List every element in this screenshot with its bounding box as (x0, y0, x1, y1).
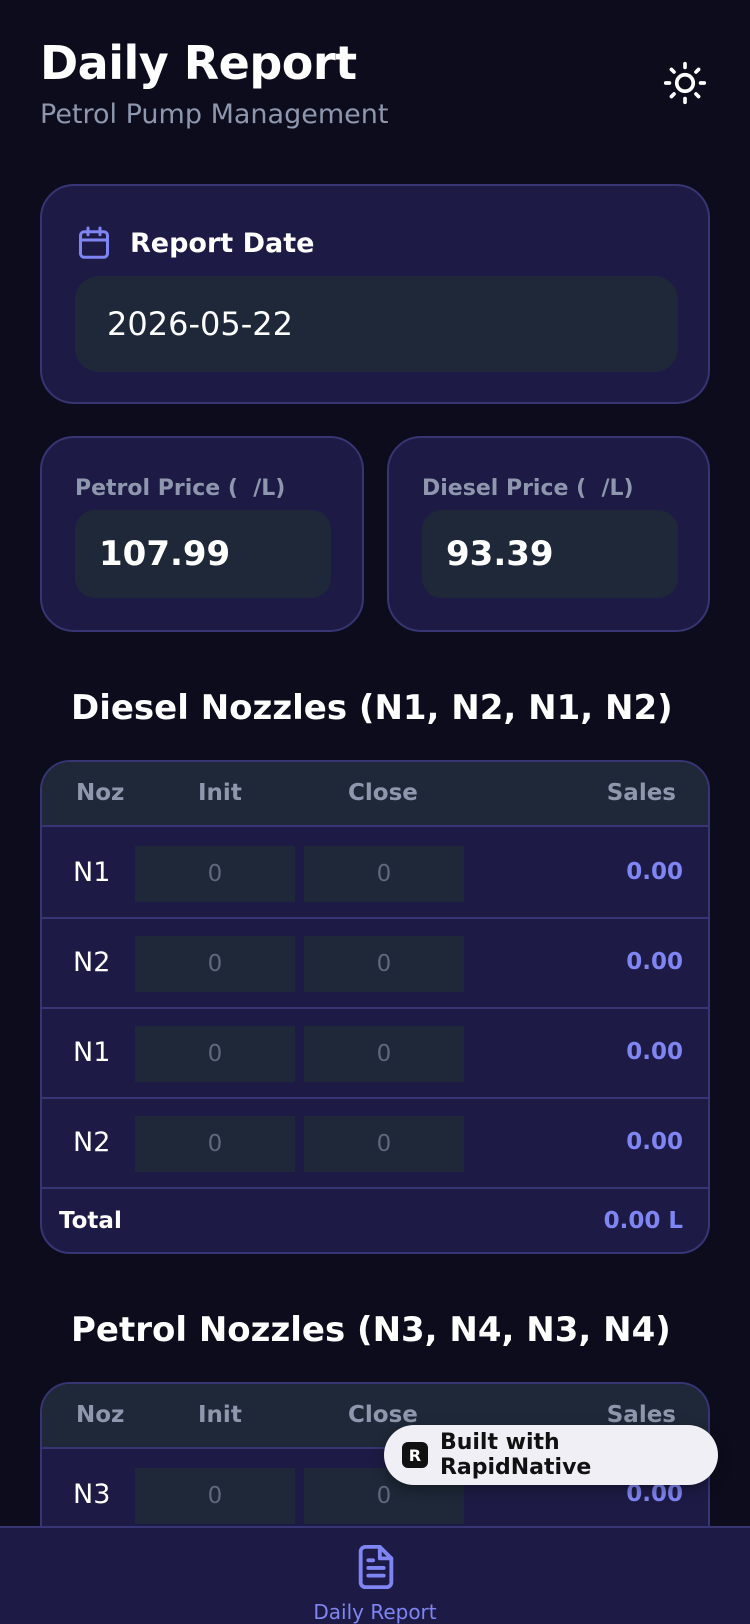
nav-item-label: Daily Report (313, 1600, 437, 1624)
built-with-badge[interactable]: R Built with RapidNative (384, 1425, 718, 1485)
column-header-close: Close (348, 780, 418, 806)
bottom-navigation: Daily Report (0, 1526, 750, 1624)
daily-report-screen: Daily Report Petrol Pump Management Repo… (0, 0, 750, 1624)
init-reading-input[interactable]: 0 (135, 1468, 295, 1524)
table-row: N1 0 0 0.00 (42, 829, 708, 919)
sales-value: 0.00 (626, 949, 683, 975)
nozzle-label: N2 (73, 947, 111, 978)
diesel-price-label: Diesel Price ( /L) (422, 476, 634, 501)
petrol-price-card: Petrol Price ( /L) 107.99 (40, 436, 364, 632)
table-header: Noz Init Close Sales (42, 762, 708, 827)
page-title: Daily Report (40, 36, 357, 90)
badge-label: Built with RapidNative (439, 1430, 592, 1480)
report-date-card: Report Date 2026-05-22 (40, 184, 710, 404)
rapidnative-logo-icon: R (402, 1442, 428, 1468)
document-icon (358, 1544, 394, 1590)
theme-toggle-button[interactable] (660, 58, 710, 108)
init-reading-input[interactable]: 0 (135, 1116, 295, 1172)
petrol-section-title: Petrol Nozzles (N3, N4, N3, N4) (71, 1310, 671, 1350)
report-date-header: Report Date (76, 224, 314, 262)
total-label: Total (59, 1208, 122, 1234)
diesel-price-input[interactable]: 93.39 (422, 510, 678, 598)
sun-icon (663, 61, 707, 105)
nozzle-label: N3 (73, 1479, 111, 1510)
sales-value: 0.00 (626, 1039, 683, 1065)
calendar-icon (79, 226, 109, 259)
diesel-price-card: Diesel Price ( /L) 93.39 (387, 436, 710, 632)
nozzle-label: N1 (73, 857, 111, 888)
page-subtitle: Petrol Pump Management (40, 99, 389, 130)
init-reading-input[interactable]: 0 (135, 936, 295, 992)
total-value: 0.00 L (603, 1208, 683, 1234)
sales-value: 0.00 (626, 1129, 683, 1155)
diesel-nozzle-table: Noz Init Close Sales N1 0 0 0.00 N2 0 0 … (40, 760, 710, 1254)
report-date-input[interactable]: 2026-05-22 (75, 276, 678, 372)
column-header-noz: Noz (76, 780, 125, 806)
table-row: N1 0 0 0.00 (42, 1009, 708, 1099)
init-reading-input[interactable]: 0 (135, 846, 295, 902)
sales-value: 0.00 (626, 859, 683, 885)
column-header-noz: Noz (76, 1402, 125, 1428)
close-reading-input[interactable]: 0 (304, 936, 464, 992)
column-header-sales: Sales (606, 780, 676, 806)
column-header-init: Init (198, 780, 242, 806)
column-header-init: Init (198, 1402, 242, 1428)
report-date-label: Report Date (130, 227, 315, 259)
close-reading-input[interactable]: 0 (304, 1116, 464, 1172)
init-reading-input[interactable]: 0 (135, 1026, 295, 1082)
petrol-price-label: Petrol Price ( /L) (75, 476, 286, 501)
nozzle-label: N2 (73, 1127, 111, 1158)
table-row: N2 0 0 0.00 (42, 919, 708, 1009)
table-row: N2 0 0 0.00 (42, 1099, 708, 1189)
nozzle-label: N1 (73, 1037, 111, 1068)
close-reading-input[interactable]: 0 (304, 1026, 464, 1082)
close-reading-input[interactable]: 0 (304, 846, 464, 902)
nav-item-daily-report[interactable]: Daily Report (0, 1528, 750, 1624)
total-row: Total 0.00 L (42, 1189, 708, 1252)
column-header-close: Close (348, 1402, 418, 1428)
diesel-section-title: Diesel Nozzles (N1, N2, N1, N2) (71, 688, 673, 728)
petrol-price-input[interactable]: 107.99 (75, 510, 331, 598)
